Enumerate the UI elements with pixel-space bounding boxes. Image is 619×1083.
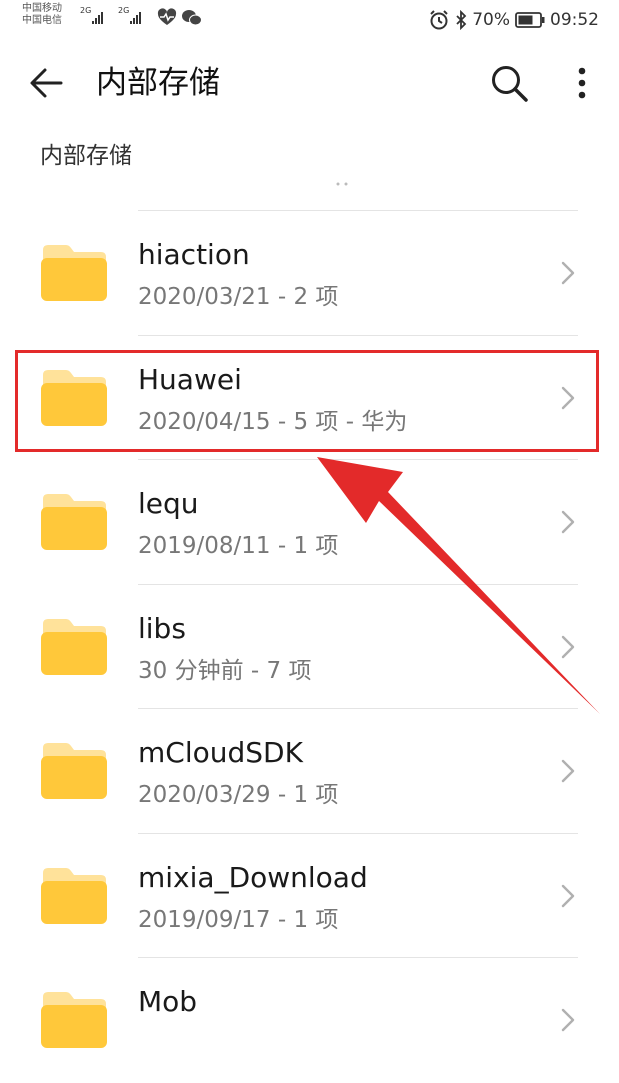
arrow-left-icon <box>30 68 63 98</box>
folder-item-lequ[interactable]: lequ 2019/08/11 - 1 项 <box>0 460 619 585</box>
network-type-2: 2G <box>118 6 130 15</box>
folder-meta: 30 分钟前 - 7 项 <box>138 657 312 684</box>
folder-icon <box>41 618 107 675</box>
breadcrumb[interactable]: 内部存储 <box>40 136 132 170</box>
chevron-right-icon <box>561 386 575 409</box>
folder-icon <box>41 494 107 550</box>
folder-meta: 2019/08/11 - 1 项 <box>138 533 339 559</box>
folder-item-hiaction[interactable]: hiaction 2020/03/21 - 2 项 <box>0 211 619 336</box>
folder-icon <box>41 369 107 426</box>
folder-icon <box>41 743 107 799</box>
folder-item-mixia-download[interactable]: mixia_Download 2019/09/17 - 1 项 <box>0 834 619 958</box>
folder-meta: 2020/03/29 - 1 项 <box>138 782 339 808</box>
back-button[interactable] <box>26 62 68 104</box>
chevron-right-icon <box>561 1008 575 1032</box>
folder-item-libs[interactable]: libs 30 分钟前 - 7 项 <box>0 585 619 709</box>
folder-item-mob[interactable]: Mob <box>0 958 619 1083</box>
chevron-right-icon <box>561 510 575 534</box>
folder-meta: 2019/09/17 - 1 项 <box>138 906 339 933</box>
search-icon <box>492 66 528 102</box>
folder-icon <box>41 867 107 924</box>
chevron-right-icon <box>561 759 575 783</box>
search-button[interactable] <box>486 60 532 106</box>
folder-meta: 2020/03/21 - 2 项 <box>138 284 339 310</box>
signal-bars-icon <box>92 12 103 24</box>
folder-item-huawei[interactable]: Huawei 2020/04/15 - 5 项 - 华为 <box>0 336 619 460</box>
folder-name: Mob <box>138 985 198 1018</box>
battery-icon <box>515 12 545 28</box>
signal-bars-icon <box>130 12 141 24</box>
chevron-right-icon <box>561 635 575 658</box>
file-list: hiaction 2020/03/21 - 2 项 Huawei 2020/04… <box>0 211 619 1083</box>
page-title: 内部存储 <box>96 65 220 101</box>
folder-name: hiaction <box>138 238 250 271</box>
more-vertical-icon <box>578 67 586 99</box>
carrier-names: 中国移动 中国电信 <box>22 3 62 27</box>
folder-item-mcloudsdk[interactable]: mCloudSDK 2020/03/29 - 1 项 <box>0 709 619 834</box>
heart-pulse-icon <box>157 8 177 25</box>
folder-name: mCloudSDK <box>138 736 303 769</box>
bluetooth-icon <box>456 10 467 30</box>
scroll-hint-icon <box>336 182 348 186</box>
folder-meta: 2020/04/15 - 5 项 - 华为 <box>138 408 408 435</box>
chevron-right-icon <box>561 261 575 285</box>
clock: 09:52 <box>550 10 599 30</box>
status-right: 70% 09:52 <box>428 8 599 32</box>
alarm-icon <box>430 10 448 30</box>
status-bar: 中国移动 中国电信 2G 2G 70% 09:52 <box>0 0 619 40</box>
network-type-1: 2G <box>80 6 92 15</box>
folder-name: libs <box>138 611 186 645</box>
battery-percent: 70% <box>472 10 510 30</box>
more-options-button[interactable] <box>562 60 602 106</box>
folder-name: lequ <box>138 487 199 520</box>
folder-name: mixia_Download <box>138 860 368 894</box>
folder-name: Huawei <box>138 362 242 396</box>
wechat-icon <box>182 10 202 26</box>
carrier-1: 中国移动 <box>22 3 62 14</box>
folder-icon <box>41 245 107 301</box>
chevron-right-icon <box>561 884 575 907</box>
folder-icon <box>41 992 107 1048</box>
carrier-2: 中国电信 <box>22 15 62 26</box>
app-bar: 内部存储 <box>0 40 619 126</box>
